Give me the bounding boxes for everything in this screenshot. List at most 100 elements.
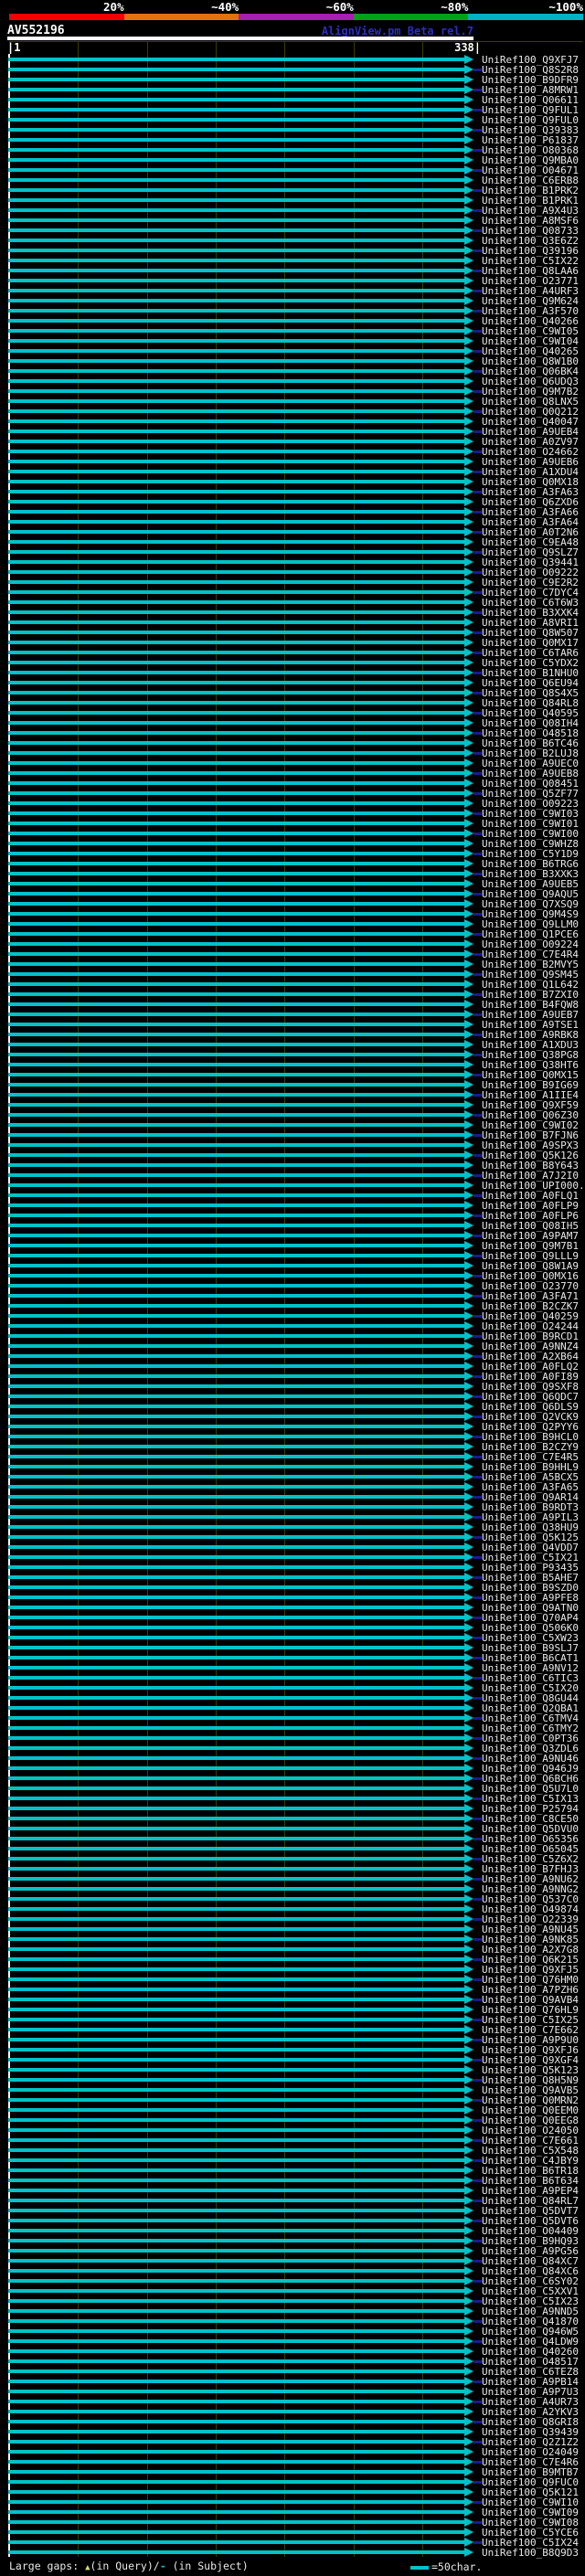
hit-line[interactable] [8,460,464,463]
hit-line[interactable] [8,1475,464,1479]
hit-line[interactable] [8,1736,464,1740]
hit-line[interactable] [8,1957,464,1961]
hit-line[interactable] [8,1927,464,1931]
hit-line[interactable] [8,2530,464,2534]
hit-line[interactable] [8,1284,464,1288]
hit-line[interactable] [8,862,464,865]
hit-line[interactable] [8,78,464,81]
hit-line[interactable] [8,610,464,614]
hit-line[interactable] [8,1776,464,1780]
hit-line[interactable] [8,1224,464,1227]
hit-line[interactable] [8,2540,464,2544]
hit-line[interactable] [8,1314,464,1318]
hit-line[interactable] [8,108,464,111]
hit-line[interactable] [8,1666,464,1670]
hit-line[interactable] [8,1988,464,1991]
hit-line[interactable] [8,2400,464,2403]
hit-line[interactable] [8,2420,464,2423]
hit-line[interactable] [8,1234,464,1237]
hit-line[interactable] [8,560,464,564]
hit-line[interactable] [8,349,464,353]
hit-line[interactable] [8,1193,464,1197]
hit-line[interactable] [8,289,464,292]
hit-line[interactable] [8,2390,464,2393]
hit-line[interactable] [8,1555,464,1559]
hit-line[interactable] [8,1535,464,1539]
hit-line[interactable] [8,2098,464,2102]
hit-line[interactable] [8,2048,464,2051]
hit-line[interactable] [8,892,464,896]
hit-line[interactable] [8,2520,464,2524]
hit-line[interactable] [8,1646,464,1649]
hit-line[interactable] [8,2078,464,2082]
hit-line[interactable] [8,520,464,524]
hit-line[interactable] [8,1515,464,1519]
hit-line[interactable] [8,681,464,684]
hit-line[interactable] [8,761,464,765]
hit-line[interactable] [8,2058,464,2062]
hit-line[interactable] [8,1465,464,1468]
hit-line[interactable] [8,1656,464,1659]
hit-line[interactable] [8,791,464,795]
hit-line[interactable] [8,2219,464,2222]
hit-line[interactable] [8,1143,464,1147]
hit-line[interactable] [8,631,464,634]
hit-line[interactable] [8,1012,464,1016]
hit-line[interactable] [8,399,464,403]
hit-line[interactable] [8,68,464,71]
hit-line[interactable] [8,1344,464,1348]
hit-line[interactable] [8,2269,464,2273]
hit-line[interactable] [8,992,464,996]
hit-line[interactable] [8,1716,464,1720]
hit-line[interactable] [8,1827,464,1830]
hit-line[interactable] [8,600,464,604]
hit-line[interactable] [8,369,464,373]
hit-line[interactable] [8,2158,464,2162]
hit-line[interactable] [8,1505,464,1509]
hit-line[interactable] [8,1083,464,1087]
hit-line[interactable] [8,580,464,584]
hit-line[interactable] [8,1676,464,1680]
hit-line[interactable] [8,1304,464,1308]
hit-line[interactable] [8,590,464,594]
hit-line[interactable] [8,2460,464,2464]
hit-line[interactable] [8,148,464,152]
hit-line[interactable] [8,500,464,504]
hit-line[interactable] [8,2279,464,2283]
hit-line[interactable] [8,942,464,946]
hit-line[interactable] [8,1264,464,1267]
hit-line[interactable] [8,852,464,855]
hit-line[interactable] [8,1023,464,1026]
hit-line[interactable] [8,1374,464,1378]
hit-line[interactable] [8,2470,464,2474]
hit-line[interactable] [8,1123,464,1127]
hit-line[interactable] [8,1807,464,1810]
hit-line[interactable] [8,1626,464,1629]
hit-line[interactable] [8,2410,464,2413]
hit-line[interactable] [8,2239,464,2242]
hit-line[interactable] [8,1063,464,1066]
hit-line[interactable] [8,2038,464,2041]
hit-line[interactable] [8,2249,464,2253]
hit-line[interactable] [8,882,464,885]
hit-line[interactable] [8,1043,464,1046]
hit-line[interactable] [8,2500,464,2504]
hit-line[interactable] [8,721,464,725]
hit-line[interactable] [8,1877,464,1881]
hit-line[interactable] [8,922,464,926]
hit-line[interactable] [8,1977,464,1981]
hit-line[interactable] [8,2299,464,2303]
hit-line[interactable] [8,379,464,383]
hit-line[interactable] [8,309,464,313]
hit-line[interactable] [8,1616,464,1619]
hit-line[interactable] [8,1817,464,1820]
hit-line[interactable] [8,2450,464,2454]
hit-line[interactable] [8,781,464,785]
hit-line[interactable] [8,389,464,393]
hit-line[interactable] [8,1294,464,1298]
hit-line[interactable] [8,510,464,514]
hit-line[interactable] [8,2178,464,2182]
hit-line[interactable] [8,1163,464,1167]
hit-line[interactable] [8,218,464,222]
hit-line[interactable] [8,691,464,694]
